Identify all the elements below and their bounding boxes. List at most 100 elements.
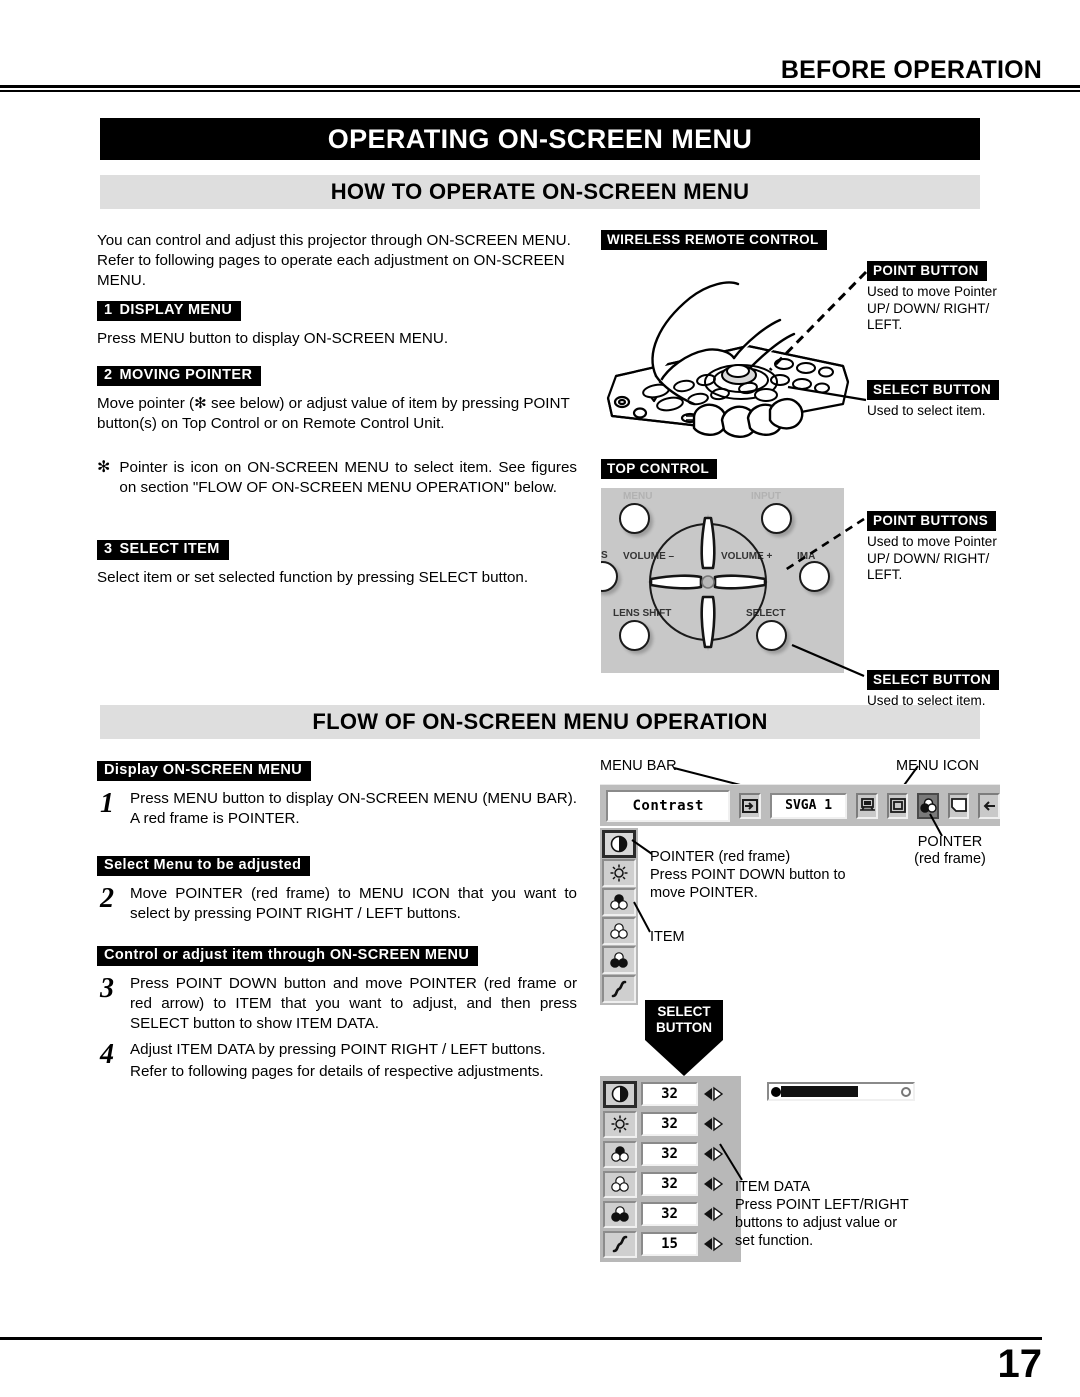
remote-select-button-desc: Used to select item. xyxy=(867,403,986,418)
item-data-value[interactable]: 32 xyxy=(641,1202,698,1226)
item-data-value[interactable]: 32 xyxy=(641,1112,698,1136)
running-header-title: BEFORE OPERATION xyxy=(780,56,1042,84)
topcontrol-select-button-label: SELECT BUTTON xyxy=(867,670,1000,690)
gamma-icon[interactable] xyxy=(603,1230,637,1258)
flow-step-2-number: 2 xyxy=(100,883,114,914)
item-data-slider[interactable] xyxy=(767,1082,915,1101)
step-2-block: 2 MOVING POINTER Move pointer (✻ see belo… xyxy=(97,365,577,434)
brightness-icon[interactable] xyxy=(603,1110,637,1138)
slider-left-dot-icon xyxy=(771,1086,781,1097)
square-icon[interactable] xyxy=(886,792,909,819)
step-1-tag: 1 DISPLAY MENU xyxy=(97,301,242,321)
gamma-icon[interactable] xyxy=(602,975,636,1003)
select-button-arrow-line1: SELECT xyxy=(657,1004,711,1019)
step-2-tag-label: MOVING POINTER xyxy=(119,367,253,383)
flow-step-4-number: 4 xyxy=(100,1039,114,1070)
footnote-marker: ✻ xyxy=(97,459,111,476)
footer-rule xyxy=(0,1337,1042,1340)
topcontrol-point-buttons-callout: POINT BUTTONS Used to move Pointer UP/ D… xyxy=(867,511,1002,584)
manual-page: BEFORE OPERATION OPERATING ON-SCREEN MEN… xyxy=(0,0,1080,1397)
item-data-value[interactable]: 32 xyxy=(641,1082,698,1106)
intro-text: You can control and adjust this projecto… xyxy=(97,232,571,289)
remote-point-button-desc: Used to move Pointer UP/ DOWN/ RIGHT/ LE… xyxy=(867,284,997,332)
flow-step-3-tag: Control or adjust item through ON-SCREEN… xyxy=(97,946,479,966)
page-title: OPERATING ON-SCREEN MENU xyxy=(100,118,980,160)
item-data-row: 32 xyxy=(603,1109,738,1139)
tc-label-menu: MENU xyxy=(623,491,653,502)
topcontrol-point-buttons-label: POINT BUTTONS xyxy=(867,511,997,531)
flow-step-1-text: Press MENU button to display ON-SCREEN M… xyxy=(130,790,577,827)
item-data-leader xyxy=(719,1143,743,1181)
pointer-left-callout: POINTER (red frame) Press POINT DOWN but… xyxy=(650,848,860,902)
pointer-left-label-3: move POINTER. xyxy=(650,885,758,901)
step-3-tag: 3 SELECT ITEM xyxy=(97,540,229,560)
left-right-arrows-icon[interactable] xyxy=(702,1202,724,1226)
remote-point-button-callout: POINT BUTTON Used to move Pointer UP/ DO… xyxy=(867,261,1002,334)
pointer-right-label-2: (red frame) xyxy=(914,850,986,867)
flow-step-1-number: 1 xyxy=(100,788,114,819)
pointer-right-leader xyxy=(929,813,943,837)
menu-bar-field[interactable]: Contrast xyxy=(606,789,731,822)
menu-bar-label: MENU BAR xyxy=(600,758,677,774)
input-icon[interactable] xyxy=(739,792,761,819)
white-balance-icon[interactable] xyxy=(603,1200,637,1228)
flow-step-2-text: Move POINTER (red frame) to MENU ICON th… xyxy=(130,885,577,922)
color-icon[interactable] xyxy=(603,1140,637,1168)
flow-step-4-text: Adjust ITEM DATA by pressing POINT RIGHT… xyxy=(130,1041,546,1058)
step-1-text: Press MENU button to display ON-SCREEN M… xyxy=(97,330,449,347)
computer-icon[interactable] xyxy=(856,792,878,819)
arrow-icon[interactable] xyxy=(978,792,1001,819)
item-data-callout-line2: Press POINT LEFT/RIGHT xyxy=(735,1197,909,1213)
flow-step-2-tag: Select Menu to be adjusted xyxy=(97,856,311,876)
footnote-text: Pointer is icon on ON-SCREEN MENU to sel… xyxy=(119,459,577,496)
flow-step-2-block: Select Menu to be adjusted 2 Move POINTE… xyxy=(97,855,577,924)
step-2-tag: 2 MOVING POINTER xyxy=(97,366,262,386)
wireless-remote-title: WIRELESS REMOTE CONTROL xyxy=(601,230,827,250)
slider-fill xyxy=(781,1086,858,1097)
item-data-value[interactable]: 15 xyxy=(641,1232,698,1256)
contrast-icon[interactable] xyxy=(603,1080,637,1108)
menu-icon-strip-leaders xyxy=(631,839,653,933)
footnote-block: ✻ Pointer is icon on ON-SCREEN MENU to s… xyxy=(97,458,577,498)
step-2-number: 2 xyxy=(104,367,113,383)
item-data-value[interactable]: 32 xyxy=(641,1172,698,1196)
topcontrol-point-buttons-desc: Used to move Pointer UP/ DOWN/ RIGHT/ LE… xyxy=(867,534,997,582)
pointer-left-label: POINTER (red frame) xyxy=(650,849,791,865)
step-1-tag-label: DISPLAY MENU xyxy=(119,302,233,318)
topcontrol-select-button-callout: SELECT BUTTON Used to select item. xyxy=(867,670,1007,710)
flow-step-1-block: Display ON-SCREEN MENU 1 Press MENU butt… xyxy=(97,760,577,829)
menu-bar-source[interactable]: SVGA 1 xyxy=(769,792,848,819)
section-heading-how-to: HOW TO OPERATE ON-SCREEN MENU xyxy=(100,175,980,209)
item-data-row: 15 xyxy=(603,1229,738,1259)
flow-step-3-text: Press POINT DOWN button and move POINTER… xyxy=(130,975,577,1032)
step-3-block: 3 SELECT ITEM Select item or set selected… xyxy=(97,539,577,588)
flow-step-4-block: 4 Adjust ITEM DATA by pressing POINT RIG… xyxy=(97,1040,577,1082)
tc-left-edge-button[interactable] xyxy=(601,561,618,592)
item-data-callout-line3: buttons to adjust value or xyxy=(735,1215,898,1231)
left-right-arrows-icon[interactable] xyxy=(702,1082,724,1106)
pointer-right-callout: POINTER (red frame) xyxy=(905,834,995,867)
top-control-figure-title-wrap: TOP CONTROL xyxy=(601,459,718,479)
flow-step-3-number: 3 xyxy=(100,973,114,1004)
white-balance-icon[interactable] xyxy=(602,946,636,974)
step-3-text: Select item or set selected function by … xyxy=(97,569,529,586)
item-data-row: 32 xyxy=(603,1199,738,1229)
top-control-title: TOP CONTROL xyxy=(601,459,718,479)
flow-step-1-tag: Display ON-SCREEN MENU xyxy=(97,761,312,781)
flow-step-3-block: Control or adjust item through ON-SCREEN… xyxy=(97,945,577,1034)
select-button-arrow-line2: BUTTON xyxy=(656,1020,712,1035)
remote-select-button-label: SELECT BUTTON xyxy=(867,380,1000,400)
wireless-remote-figure: WIRELESS REMOTE CONTROL xyxy=(601,230,827,250)
section-heading-flow: FLOW OF ON-SCREEN MENU OPERATION xyxy=(100,705,980,739)
slider-handle[interactable] xyxy=(901,1086,911,1097)
select-button-arrow: SELECT BUTTON xyxy=(645,1000,723,1076)
remote-leader-lines xyxy=(768,270,868,402)
tint-icon[interactable] xyxy=(603,1170,637,1198)
item-data-value[interactable]: 32 xyxy=(641,1142,698,1166)
left-right-arrows-icon[interactable] xyxy=(702,1232,724,1256)
header-rule xyxy=(0,85,1080,92)
page-number: 17 xyxy=(997,1342,1043,1386)
step-1-number: 1 xyxy=(104,302,113,318)
step-3-number: 3 xyxy=(104,541,113,557)
left-right-arrows-icon[interactable] xyxy=(702,1112,724,1136)
